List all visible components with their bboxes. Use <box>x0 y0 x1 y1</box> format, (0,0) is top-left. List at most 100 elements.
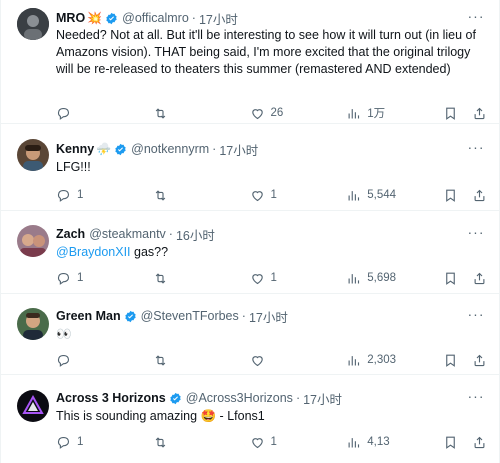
author-handle[interactable]: @notkennyrm <box>131 142 209 156</box>
retweet-button[interactable] <box>153 353 209 368</box>
share-icon[interactable] <box>472 353 487 368</box>
more-icon[interactable]: ··· <box>467 9 485 25</box>
bookmark-icon[interactable] <box>443 188 458 203</box>
bookmark-icon[interactable] <box>443 353 458 368</box>
share-icon[interactable] <box>472 188 487 203</box>
reply-icon <box>57 436 70 449</box>
reply-icon <box>57 272 70 285</box>
views-icon <box>348 437 360 447</box>
timestamp[interactable]: 17小时 <box>303 389 342 408</box>
like-icon <box>251 108 263 119</box>
tweet-header: Kenny ⛈️ @notkennyrm · 17小时 <box>56 140 459 158</box>
tweet-header: Zach @steakmantv · 16小时 <box>56 225 459 243</box>
mention-link[interactable]: @BraydonXII <box>56 245 131 259</box>
reply-icon <box>57 189 70 202</box>
like-count: 1 <box>270 436 277 448</box>
more-icon[interactable]: ··· <box>467 225 485 241</box>
reply-icon <box>57 354 70 367</box>
name-emoji: 💥 <box>87 11 103 25</box>
retweet-icon <box>155 354 166 366</box>
tweet-zach[interactable]: Zach @steakmantv · 16小时 ··· @BraydonXII … <box>1 211 499 294</box>
avatar[interactable] <box>17 139 49 171</box>
retweet-button[interactable] <box>153 188 209 203</box>
timestamp[interactable]: 17小时 <box>199 9 238 28</box>
retweet-button[interactable] <box>153 271 209 286</box>
views-button[interactable]: 5,698 <box>346 271 402 286</box>
retweet-icon <box>155 107 166 119</box>
author-name[interactable]: Kenny <box>56 142 94 156</box>
tweet-actions: 1 1 4,13 <box>56 433 487 451</box>
tweet-green-man[interactable]: Green Man @StevenTForbes · 17小时 ··· 👀 2,… <box>1 294 499 375</box>
reply-button[interactable]: 1 <box>56 188 112 203</box>
share-icon[interactable] <box>472 106 487 121</box>
reply-button[interactable]: 1 <box>56 435 112 450</box>
views-count: 4,13 <box>367 436 390 448</box>
views-button[interactable]: 4,13 <box>346 435 402 450</box>
views-count: 5,544 <box>367 189 397 201</box>
more-icon[interactable]: ··· <box>467 140 485 156</box>
author-name[interactable]: Zach <box>56 227 85 241</box>
separator-dot: · <box>295 391 301 405</box>
author-name[interactable]: Green Man <box>56 309 121 323</box>
author-name[interactable]: Across 3 Horizons <box>56 391 166 405</box>
views-icon <box>348 273 360 283</box>
tweet-text: LFG!!! <box>56 160 91 174</box>
reply-button[interactable]: 1 <box>56 271 112 286</box>
tweet-actions: 2,303 <box>56 351 487 369</box>
like-button[interactable]: 1 <box>250 188 306 203</box>
secondary-actions <box>443 435 487 450</box>
bookmark-icon[interactable] <box>443 271 458 286</box>
tweet-header: Green Man @StevenTForbes · 17小时 <box>56 307 459 325</box>
tweet-actions: 26 1万 <box>56 104 487 122</box>
retweet-button[interactable] <box>153 435 209 450</box>
share-icon[interactable] <box>472 271 487 286</box>
bookmark-icon[interactable] <box>443 435 458 450</box>
views-icon <box>348 190 360 200</box>
views-icon <box>348 108 360 118</box>
more-icon[interactable]: ··· <box>467 389 485 405</box>
avatar[interactable] <box>17 308 49 340</box>
retweet-icon <box>155 436 166 448</box>
timestamp[interactable]: 17小时 <box>219 140 258 159</box>
like-button[interactable] <box>250 353 306 368</box>
tweet-header: Across 3 Horizons @Across3Horizons · 17小… <box>56 389 459 407</box>
tweet-text: Needed? Not at all. But it'll be interes… <box>56 28 476 76</box>
tweet-text: This is sounding amazing 🤩 - Lfons1 <box>56 409 265 423</box>
more-icon[interactable]: ··· <box>467 307 485 323</box>
like-count: 26 <box>270 107 284 119</box>
like-button[interactable]: 1 <box>250 271 306 286</box>
tweet-text-rest: gas?? <box>130 245 169 259</box>
verified-icon <box>106 12 117 24</box>
timestamp[interactable]: 16小时 <box>176 225 215 244</box>
views-button[interactable]: 5,544 <box>346 188 402 203</box>
author-handle[interactable]: @officalmro <box>122 11 189 25</box>
retweet-icon <box>155 272 166 284</box>
reply-button[interactable] <box>56 353 112 368</box>
views-button[interactable]: 2,303 <box>346 353 402 368</box>
tweet-text: 👀 <box>56 327 72 341</box>
avatar[interactable] <box>17 390 49 422</box>
verified-icon <box>124 310 136 322</box>
tweet-mro[interactable]: MRO 💥 @officalmro · 17小时 ··· Needed? Not… <box>1 0 499 124</box>
like-button[interactable]: 26 <box>250 106 306 121</box>
separator-dot: · <box>241 309 246 323</box>
secondary-actions <box>443 188 487 203</box>
bookmark-icon[interactable] <box>443 106 458 121</box>
tweet-across-3-horizons[interactable]: Across 3 Horizons @Across3Horizons · 17小… <box>1 375 499 463</box>
separator-dot: · <box>191 11 196 25</box>
timestamp[interactable]: 17小时 <box>249 307 288 326</box>
share-icon[interactable] <box>472 435 487 450</box>
avatar[interactable] <box>17 8 49 40</box>
author-handle[interactable]: @StevenTForbes <box>141 309 239 323</box>
author-handle[interactable]: @Across3Horizons <box>186 391 293 405</box>
avatar[interactable] <box>17 225 49 257</box>
tweet-actions: 1 1 5,698 <box>56 269 487 287</box>
like-button[interactable]: 1 <box>250 435 306 450</box>
tweet-kenny[interactable]: Kenny ⛈️ @notkennyrm · 17小时 ··· LFG!!! 1… <box>1 124 499 211</box>
retweet-button[interactable] <box>153 106 209 121</box>
secondary-actions <box>443 106 487 121</box>
views-button[interactable]: 1万 <box>346 105 402 121</box>
author-name[interactable]: MRO <box>56 11 85 25</box>
reply-button[interactable] <box>56 106 112 121</box>
author-handle[interactable]: @steakmantv <box>89 227 166 241</box>
